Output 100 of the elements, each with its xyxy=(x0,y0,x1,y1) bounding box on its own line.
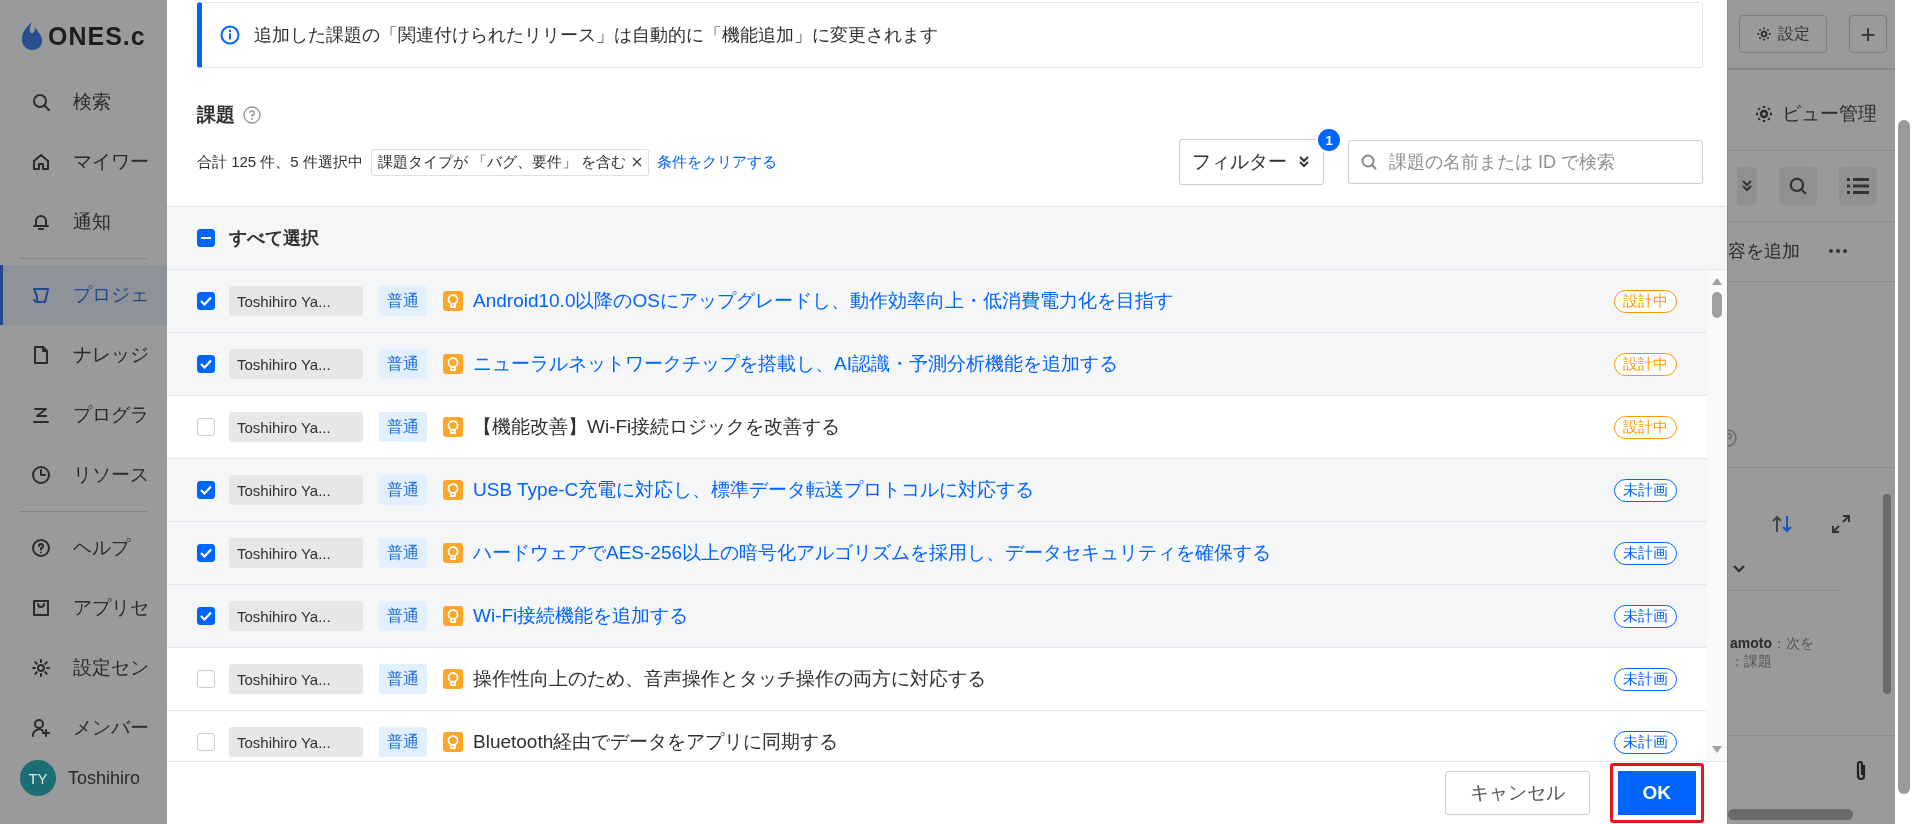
sidebar-item[interactable]: アプリセ xyxy=(0,578,167,638)
assignee-tag: Toshihiro Ya... xyxy=(229,664,363,694)
more-icon[interactable] xyxy=(1828,248,1848,255)
logo-text: ONES.c xyxy=(48,21,146,51)
issue-title[interactable]: Bluetooth経由でデータをアプリに同期する xyxy=(473,729,1614,755)
priority-tag: 普通 xyxy=(379,601,427,631)
issue-title[interactable]: ハードウェアでAES-256以上の暗号化アルゴリズムを採用し、データセキュリティを確保する xyxy=(473,540,1614,566)
assignee-tag: Toshihiro Ya... xyxy=(229,349,363,379)
sidebar-item[interactable]: マイワー xyxy=(0,132,167,192)
scroll-down-icon[interactable] xyxy=(1711,745,1723,755)
clear-filter-link[interactable]: 条件をクリアする xyxy=(657,152,778,172)
issue-row[interactable]: Toshihiro Ya... 普通 ニューラルネットワークチップを搭載し、AI認識・予測分析機能を追加する 設計中 xyxy=(167,333,1707,396)
sidebar-item[interactable]: プログラ xyxy=(0,385,167,445)
priority-tag: 普通 xyxy=(379,475,427,505)
filter-tag: 課題タイプが 「バグ、要件」 を含む xyxy=(370,148,650,176)
status-tag: 未計画 xyxy=(1614,667,1677,691)
status-tag: 未計画 xyxy=(1614,730,1677,754)
sidebar-item[interactable]: メンバー xyxy=(0,698,167,758)
sidebar-item[interactable]: プロジェ xyxy=(0,265,167,325)
info-icon xyxy=(220,25,240,45)
info-text: 追加した課題の「関連付けられたリリース」は自動的に「機能追加」に変更されます xyxy=(254,24,938,47)
lightbulb-icon xyxy=(443,417,463,437)
sidebar-item[interactable]: 設定セン xyxy=(0,638,167,698)
issue-row[interactable]: Toshihiro Ya... 普通 Wi-Fi接続機能を追加する 未計画 xyxy=(167,585,1707,648)
issue-title[interactable]: USB Type-C充電に対応し、標準データ転送プロトコルに対応する xyxy=(473,477,1614,503)
row-checkbox[interactable] xyxy=(197,544,215,562)
sidebar-item[interactable]: リソース xyxy=(0,445,167,505)
chevron-icon[interactable] xyxy=(1732,563,1746,574)
issue-title[interactable]: Android10.0以降のOSにアップグレードし、動作効率向上・低消費電力化を目指す xyxy=(473,288,1614,314)
status-tag: 未計画 xyxy=(1614,478,1677,502)
double-chevron-icon[interactable] xyxy=(1737,167,1757,206)
priority-tag: 普通 xyxy=(379,412,427,442)
select-all-checkbox[interactable] xyxy=(197,229,215,247)
lightbulb-icon xyxy=(443,291,463,311)
assignee-tag: Toshihiro Ya... xyxy=(229,727,363,757)
priority-tag: 普通 xyxy=(379,664,427,694)
settings-icon xyxy=(1756,26,1772,43)
close-icon[interactable] xyxy=(632,157,643,167)
clock-icon xyxy=(31,465,51,485)
settings-button[interactable]: 設定 xyxy=(1739,15,1827,54)
filter-button[interactable]: フィルター xyxy=(1179,139,1324,185)
summary-text: 合計 125 件、5 件選択中 xyxy=(197,152,363,172)
search-icon xyxy=(31,92,51,112)
issue-row[interactable]: Toshihiro Ya... 普通 ハードウェアでAES-256以上の暗号化アルゴリズムを採用し、データセキュリティを確保する 未計画 xyxy=(167,522,1707,585)
list-icon[interactable] xyxy=(1839,167,1877,206)
user-name: Toshihiro xyxy=(68,767,141,789)
scrollbar-thumb[interactable] xyxy=(1712,292,1722,318)
scrollbar[interactable] xyxy=(1707,270,1727,761)
flame-icon xyxy=(20,21,44,51)
issue-title[interactable]: ニューラルネットワークチップを搭載し、AI認識・予測分析機能を追加する xyxy=(473,351,1614,377)
lightbulb-icon xyxy=(443,669,463,689)
sort-icon[interactable] xyxy=(1771,513,1793,534)
issue-title[interactable]: 操作性向上のため、音声操作とタッチ操作の両方に対応する xyxy=(473,666,1614,692)
settings-icon xyxy=(1754,104,1774,125)
expand-icon[interactable] xyxy=(1831,513,1851,534)
bag-icon xyxy=(31,598,51,618)
search-icon[interactable] xyxy=(1779,167,1817,206)
sidebar-item[interactable]: 通知 xyxy=(0,192,167,252)
status-tag: 未計画 xyxy=(1614,604,1677,628)
search-field[interactable]: 課題の名前または ID で検索 xyxy=(1348,140,1703,184)
row-checkbox[interactable] xyxy=(197,292,215,310)
view-manage-label[interactable]: ビュー管理 xyxy=(1782,101,1877,128)
section-title: 課題 xyxy=(197,103,235,127)
scroll-up-icon[interactable] xyxy=(1711,276,1723,286)
row-checkbox[interactable] xyxy=(197,607,215,625)
status-tag: 設計中 xyxy=(1614,415,1677,439)
select-all-label: すべて選択 xyxy=(229,227,319,250)
issue-title[interactable]: 【機能改善】Wi-Fi接続ロジックを改善する xyxy=(473,414,1614,440)
cancel-button[interactable]: キャンセル xyxy=(1444,771,1590,815)
search-icon xyxy=(1360,153,1378,171)
sidebar-item[interactable]: ヘルプ xyxy=(0,518,167,578)
row-checkbox[interactable] xyxy=(197,355,215,373)
status-tag: 未計画 xyxy=(1614,541,1677,565)
issue-row[interactable]: Toshihiro Ya... 普通 Android10.0以降のOSにアップグレードし、動作効率向上・低消費電力化を目指す 設計中 xyxy=(167,270,1707,333)
issue-title[interactable]: Wi-Fi接続機能を追加する xyxy=(473,603,1614,629)
assignee-tag: Toshihiro Ya... xyxy=(229,286,363,316)
assignee-tag: Toshihiro Ya... xyxy=(229,601,363,631)
row-checkbox[interactable] xyxy=(197,481,215,499)
assignee-tag: Toshihiro Ya... xyxy=(229,475,363,505)
status-tag: 設計中 xyxy=(1614,352,1677,376)
double-chevron-icon xyxy=(1297,155,1311,169)
flag-icon xyxy=(31,285,51,305)
assignee-tag: Toshihiro Ya... xyxy=(229,412,363,442)
sidebar-item[interactable]: ナレッジ xyxy=(0,325,167,385)
add-user-icon xyxy=(31,718,51,738)
add-button[interactable]: + xyxy=(1849,15,1887,54)
status-tag: 設計中 xyxy=(1614,289,1677,313)
user-avatar[interactable]: TY xyxy=(20,760,56,796)
bell-icon xyxy=(31,212,51,232)
document-icon xyxy=(31,345,51,365)
steps-icon xyxy=(31,405,51,425)
filter-count-badge: 1 xyxy=(1316,127,1342,153)
add-content-label[interactable]: 容を追加 xyxy=(1728,239,1800,264)
issue-row[interactable]: Toshihiro Ya... 普通 USB Type-C充電に対応し、標準データ転送プロトコルに対応する 未計画 xyxy=(167,459,1707,522)
lightbulb-icon xyxy=(443,606,463,626)
lightbulb-icon xyxy=(443,480,463,500)
sidebar-item[interactable]: 検索 xyxy=(0,72,167,132)
house-icon xyxy=(31,152,51,172)
priority-tag: 普通 xyxy=(379,349,427,379)
ok-button[interactable]: OK xyxy=(1609,763,1704,823)
